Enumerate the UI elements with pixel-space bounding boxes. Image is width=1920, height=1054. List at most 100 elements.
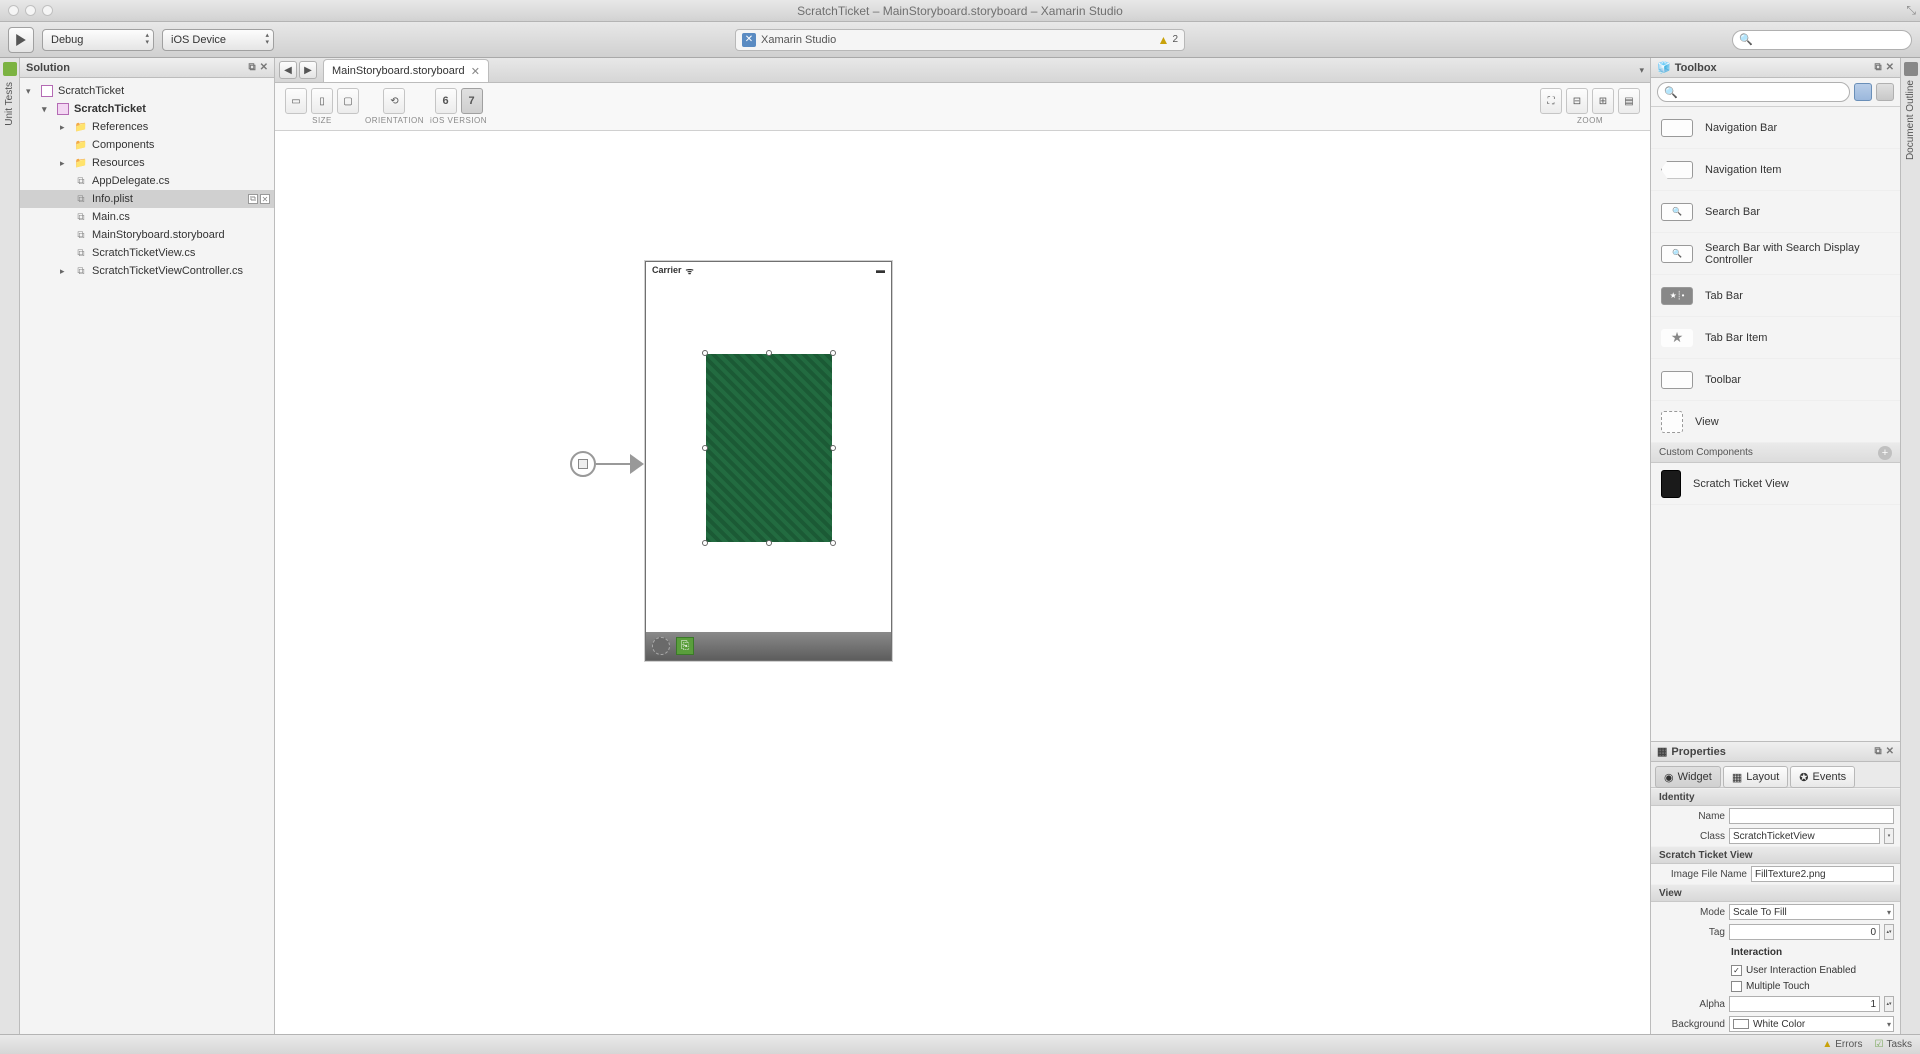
resize-handle[interactable] (702, 540, 708, 546)
resize-handle[interactable] (702, 350, 708, 356)
resize-handle[interactable] (830, 540, 836, 546)
entry-point-indicator[interactable] (570, 451, 644, 477)
toolbox-item-tabbar[interactable]: ★┊•Tab Bar (1651, 275, 1900, 317)
tag-input[interactable]: 0 (1729, 924, 1880, 940)
resize-handle[interactable] (702, 445, 708, 451)
file-infoplist[interactable]: ⧉ Info.plist ⧉✕ (20, 190, 274, 208)
ios6-button[interactable]: 6 (435, 88, 457, 114)
viewcontroller-icon[interactable] (652, 637, 670, 655)
zoom-in-button[interactable]: ⊞ (1592, 88, 1614, 114)
tab-widget[interactable]: ◉Widget (1655, 766, 1721, 788)
name-input[interactable] (1729, 808, 1894, 824)
global-search-field[interactable] (1753, 34, 1905, 46)
orientation-button[interactable]: ⟲ (383, 88, 405, 114)
left-sidetab[interactable]: Unit Tests (0, 58, 20, 1034)
resize-handle[interactable] (830, 445, 836, 451)
file-scratchticketview[interactable]: ⧉ ScratchTicketView.cs (20, 244, 274, 262)
panel-close-icon[interactable]: ✕ (1886, 62, 1894, 73)
folder-components[interactable]: 📁 Components (20, 136, 274, 154)
resize-handle[interactable] (766, 350, 772, 356)
prop-label: Alpha (1657, 999, 1725, 1010)
panel-dock-icon[interactable]: ⧉ (248, 62, 255, 73)
editor-tab[interactable]: MainStoryboard.storyboard ✕ (323, 59, 489, 82)
errors-pad-button[interactable]: ▲ Errors (1822, 1039, 1862, 1050)
toolbox-view-grid-button[interactable] (1854, 83, 1872, 101)
panel-dock-icon[interactable]: ⧉ (1874, 62, 1881, 73)
class-dropdown-button[interactable]: ▾ (1884, 828, 1894, 844)
window-resize-icon[interactable]: ⤡ (1906, 3, 1916, 18)
toolbox-item-navigationbar[interactable]: Navigation Bar (1651, 107, 1900, 149)
design-canvas[interactable]: Carrier ᯤ ▬ ⎘ (275, 131, 1650, 1034)
toolbox-item-scratchticketview[interactable]: Scratch Ticket View (1651, 463, 1900, 505)
device-frame[interactable]: Carrier ᯤ ▬ ⎘ (645, 261, 892, 661)
zoom-fit-button[interactable]: ⛶ (1540, 88, 1562, 114)
disclosure-icon[interactable]: ▾ (42, 104, 52, 115)
scratch-ticket-view-instance[interactable] (706, 354, 832, 542)
toolbox-item-searchbardisplay[interactable]: 🔍Search Bar with Search Display Controll… (1651, 233, 1900, 275)
file-viewcontroller[interactable]: ▸ ⧉ ScratchTicketViewController.cs (20, 262, 274, 280)
item-controls[interactable]: ⧉✕ (248, 194, 270, 204)
solution-root[interactable]: ▾ ScratchTicket (20, 82, 274, 100)
multitouch-checkbox[interactable] (1731, 981, 1742, 992)
tab-layout[interactable]: ▦Layout (1723, 766, 1788, 788)
nav-forward-button[interactable]: ▶ (299, 61, 317, 79)
disclosure-icon[interactable]: ▸ (60, 122, 70, 133)
toolbox-search-row: 🔍 (1651, 78, 1900, 107)
global-search-input[interactable]: 🔍 (1732, 30, 1912, 50)
zoom-out-button[interactable]: ⊟ (1566, 88, 1588, 114)
toolbox-item-view[interactable]: View (1651, 401, 1900, 443)
tab-events[interactable]: ✪Events (1790, 766, 1855, 788)
tasks-pad-button[interactable]: ☑ Tasks (1874, 1039, 1912, 1050)
panel-dock-icon[interactable]: ⧉ (1874, 746, 1881, 757)
file-main[interactable]: ⧉ Main.cs (20, 208, 274, 226)
disclosure-icon[interactable]: ▾ (26, 86, 36, 97)
scene-dock[interactable]: ⎘ (646, 632, 891, 660)
resize-handle[interactable] (830, 350, 836, 356)
toolbox-search-field[interactable] (1678, 86, 1843, 98)
mode-selector[interactable]: Scale To Fill (1729, 904, 1894, 920)
solution-panel: Solution ⧉ ✕ ▾ ScratchTicket ▾ ScratchTi… (20, 58, 275, 1034)
size-iphone-button[interactable]: ▭ (285, 88, 307, 114)
properties-tabs: ◉Widget ▦Layout ✪Events (1651, 762, 1900, 788)
folder-resources[interactable]: ▸ 📁 Resources (20, 154, 274, 172)
main-toolbar: Debug ▴▾ iOS Device ▴▾ ✕ Xamarin Studio … (0, 22, 1920, 58)
background-selector[interactable]: White Color (1729, 1016, 1894, 1032)
folder-references[interactable]: ▸ 📁 References (20, 118, 274, 136)
add-component-button[interactable]: + (1878, 446, 1892, 460)
tag-stepper[interactable]: ▴▾ (1884, 924, 1894, 940)
imagefilename-input[interactable]: FillTexture2.png (1751, 866, 1894, 882)
size-ipad-button[interactable]: ▢ (337, 88, 359, 114)
image-value: FillTexture2.png (1755, 869, 1826, 880)
toolbox-item-tabbaritem[interactable]: ★Tab Bar Item (1651, 317, 1900, 359)
first-responder-icon[interactable]: ⎘ (676, 637, 694, 655)
project-node[interactable]: ▾ ScratchTicket (20, 100, 274, 118)
device-selector[interactable]: iOS Device ▴▾ (162, 29, 274, 51)
alpha-stepper[interactable]: ▴▾ (1884, 996, 1894, 1012)
tab-overflow-icon[interactable]: ▾ (1639, 65, 1644, 76)
tab-close-icon[interactable]: ✕ (471, 65, 480, 78)
uie-checkbox[interactable]: ✓ (1731, 965, 1742, 976)
disclosure-icon[interactable]: ▸ (60, 266, 70, 277)
run-button[interactable] (8, 27, 34, 53)
disclosure-icon[interactable]: ▸ (60, 158, 70, 169)
size-iphone5-button[interactable]: ▯ (311, 88, 333, 114)
zoom-actual-button[interactable]: ▤ (1618, 88, 1640, 114)
nav-back-button[interactable]: ◀ (279, 61, 297, 79)
warning-indicator[interactable]: ▲ 2 (1158, 33, 1178, 47)
toolbox-item-navigationitem[interactable]: Navigation Item (1651, 149, 1900, 191)
panel-close-icon[interactable]: ✕ (260, 62, 268, 73)
file-storyboard[interactable]: ⧉ MainStoryboard.storyboard (20, 226, 274, 244)
alpha-input[interactable]: 1 (1729, 996, 1880, 1012)
toolbox-search-input[interactable]: 🔍 (1657, 82, 1850, 102)
resize-handle[interactable] (766, 540, 772, 546)
ios7-button[interactable]: 7 (461, 88, 483, 114)
toolbox-item-searchbar[interactable]: 🔍Search Bar (1651, 191, 1900, 233)
file-appdelegate[interactable]: ⧉ AppDelegate.cs (20, 172, 274, 190)
tag-value: 0 (1870, 927, 1876, 938)
configuration-selector[interactable]: Debug ▴▾ (42, 29, 154, 51)
panel-close-icon[interactable]: ✕ (1886, 746, 1894, 757)
toolbox-view-list-button[interactable] (1876, 83, 1894, 101)
class-input[interactable]: ScratchTicketView (1729, 828, 1880, 844)
toolbox-item-toolbar[interactable]: Toolbar (1651, 359, 1900, 401)
right-sidetab[interactable]: Document Outline (1900, 58, 1920, 1034)
